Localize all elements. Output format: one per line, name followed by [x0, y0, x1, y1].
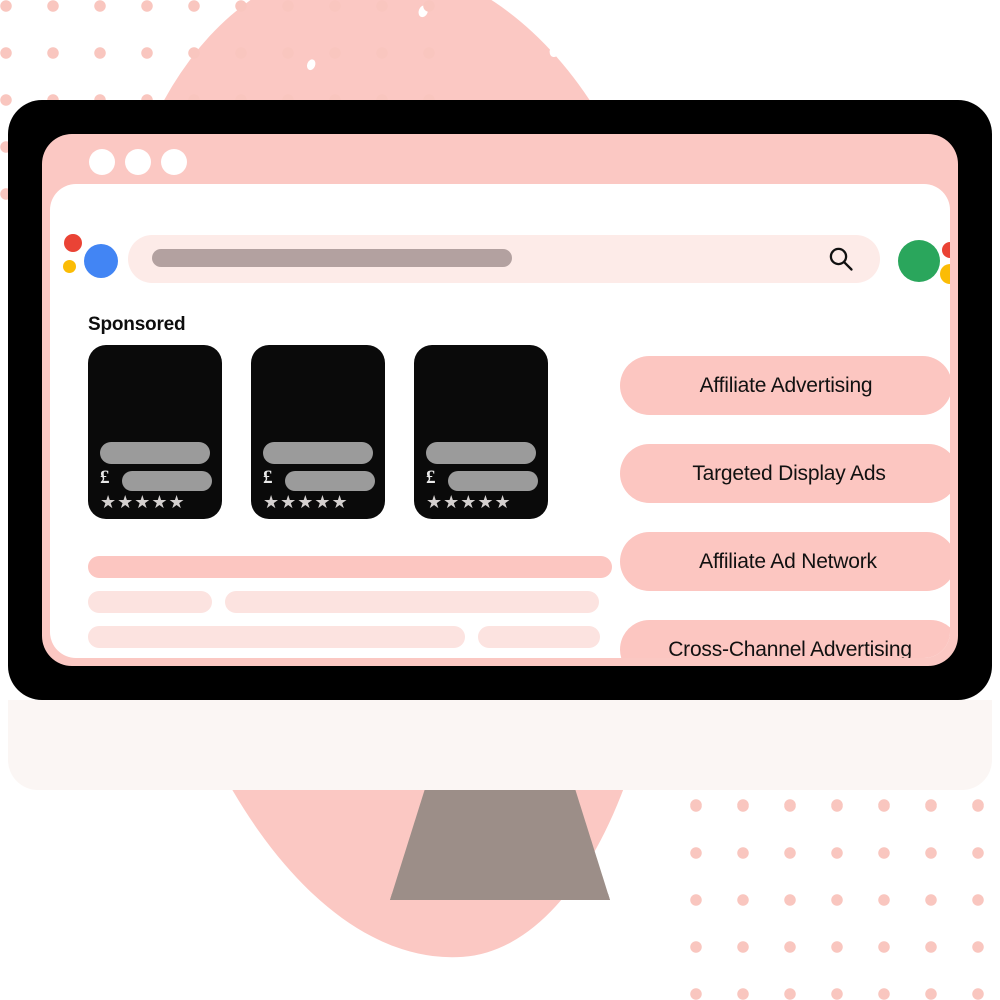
search-icon[interactable]: [828, 246, 854, 272]
product-price-row: £: [263, 467, 375, 493]
browser-titlebar: [42, 134, 958, 190]
product-card[interactable]: £ ★★★★★: [414, 345, 548, 519]
placeholder-bar: [88, 556, 612, 578]
keyword-pill-label: Cross-Channel Advertising: [668, 637, 912, 659]
dot-pattern-bottom-right: [690, 800, 1000, 1000]
product-price-placeholder: [122, 471, 212, 491]
keyword-pill-label: Targeted Display Ads: [692, 461, 886, 485]
currency-symbol: £: [263, 467, 273, 488]
avatar-red-dot-icon: [942, 242, 950, 258]
product-price-placeholder: [448, 471, 538, 491]
search-input-value-placeholder: [152, 249, 512, 267]
search-row: [50, 184, 950, 304]
illustration-canvas: Sponsored £ ★★★★★ £ ★★★★★ £ ★★★★★ Affili…: [0, 0, 1000, 1000]
google-assistant-icon: [58, 232, 120, 284]
placeholder-bar: [88, 626, 465, 648]
window-close-button[interactable]: [89, 149, 115, 175]
search-input[interactable]: [128, 235, 880, 283]
product-card[interactable]: £ ★★★★★: [88, 345, 222, 519]
placeholder-row: [88, 556, 612, 578]
monitor-stand: [390, 788, 610, 900]
placeholder-bar: [478, 626, 600, 648]
browser-content-area: Sponsored £ ★★★★★ £ ★★★★★ £ ★★★★★ Affili…: [50, 184, 950, 658]
blob-speck: [547, 42, 562, 59]
window-minimize-button[interactable]: [125, 149, 151, 175]
avatar-yellow-dot-icon: [940, 264, 950, 284]
sponsored-product-card-list: £ ★★★★★ £ ★★★★★ £ ★★★★★: [88, 345, 548, 519]
assistant-red-dot-icon: [64, 234, 82, 252]
product-price-placeholder: [285, 471, 375, 491]
placeholder-bar: [88, 591, 212, 613]
product-title-placeholder: [426, 442, 536, 464]
keyword-pill-affiliate-ad-network[interactable]: Affiliate Ad Network: [620, 532, 950, 591]
placeholder-row: [88, 591, 612, 613]
window-maximize-button[interactable]: [161, 149, 187, 175]
product-title-placeholder: [100, 442, 210, 464]
keyword-pill-cross-channel-advertising[interactable]: Cross-Channel Advertising: [620, 620, 950, 658]
keyword-pill-label: Affiliate Advertising: [699, 373, 873, 397]
currency-symbol: £: [426, 467, 436, 488]
blob-speck: [305, 58, 317, 72]
avatar-circle-icon[interactable]: [898, 240, 940, 282]
search-results-placeholder-text: [88, 556, 612, 658]
product-rating-stars: ★★★★★: [426, 492, 512, 512]
product-rating-stars: ★★★★★: [263, 492, 349, 512]
browser-window: Sponsored £ ★★★★★ £ ★★★★★ £ ★★★★★ Affili…: [42, 134, 958, 666]
avatar[interactable]: [898, 236, 950, 286]
product-card[interactable]: £ ★★★★★: [251, 345, 385, 519]
blob-speck: [416, 4, 430, 19]
currency-symbol: £: [100, 467, 110, 488]
placeholder-bar: [225, 591, 599, 613]
sponsored-label: Sponsored: [88, 314, 186, 335]
product-rating-stars: ★★★★★: [100, 492, 186, 512]
assistant-blue-dot-icon: [84, 244, 118, 278]
keyword-pill-targeted-display-ads[interactable]: Targeted Display Ads: [620, 444, 950, 503]
monitor-chin: [8, 700, 992, 790]
keyword-pill-affiliate-advertising[interactable]: Affiliate Advertising: [620, 356, 950, 415]
product-price-row: £: [426, 467, 538, 493]
product-title-placeholder: [263, 442, 373, 464]
assistant-yellow-dot-icon: [63, 260, 76, 273]
keyword-pill-label: Affiliate Ad Network: [699, 549, 877, 573]
keyword-suggestion-list: Affiliate Advertising Targeted Display A…: [620, 356, 950, 658]
placeholder-row: [88, 626, 612, 648]
product-price-row: £: [100, 467, 212, 493]
